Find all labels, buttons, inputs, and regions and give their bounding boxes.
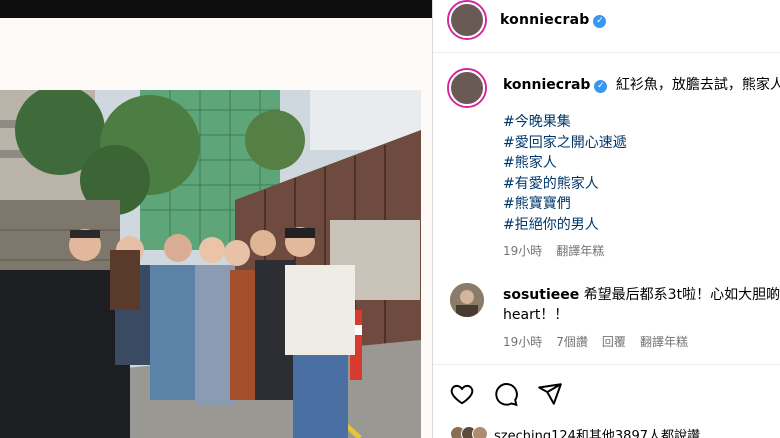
share-icon[interactable] (537, 381, 563, 411)
comment-meta: 19小時 7個讚 回覆 翻譯年糕 (503, 333, 702, 350)
hashtag-link[interactable]: #愛回家之開心速遞 (503, 133, 627, 154)
caption-username[interactable]: konniecrab (503, 77, 590, 93)
caption-time[interactable]: 19小時 (503, 244, 542, 258)
caption-meta: 19小時 翻譯年糕 (503, 242, 618, 259)
post-sidebar: konniecrab ✓ konniecrab ✓ 紅衫魚，放膽去試，熊家人 #今晚… (433, 0, 780, 438)
caption-text: 紅衫魚，放膽去試，熊家人 (615, 77, 780, 93)
comment-body: sosutieee 希望最后都系3t啦！心如大胆啲 heart！！ (503, 285, 780, 325)
heart-icon[interactable] (449, 381, 475, 411)
post-photo[interactable] (0, 90, 421, 438)
liker-avatar (472, 426, 488, 438)
comment-reply-button[interactable]: 回覆 (602, 335, 626, 349)
likes-text: szeching124和其他3897人都說讚 (494, 429, 700, 438)
post-header: konniecrab ✓ (433, 0, 780, 53)
verified-badge-icon: ✓ (593, 15, 607, 28)
hashtag-link[interactable]: #熊寶寶們 (503, 194, 627, 215)
comment-text-line2: heart！！ (503, 307, 569, 323)
header-username[interactable]: konniecrab ✓ (500, 12, 607, 28)
hashtag-list: #今晚果集 #愛回家之開心速遞 #熊家人 #有愛的熊家人 #熊寶寶們 #拒絕你的… (503, 112, 627, 235)
caption-avatar[interactable] (447, 68, 487, 108)
media-panel (0, 0, 432, 438)
comment-translate-link[interactable]: 翻譯年糕 (640, 335, 688, 349)
hashtag-link[interactable]: #拒絕你的男人 (503, 215, 627, 236)
comment-text: 希望最后都系3t啦！心如大胆啲 (583, 287, 780, 303)
comment-time[interactable]: 19小時 (503, 335, 542, 349)
caption-translate-link[interactable]: 翻譯年糕 (556, 244, 604, 258)
actions-divider (433, 364, 780, 365)
hashtag-link[interactable]: #熊家人 (503, 153, 627, 174)
hashtag-link[interactable]: #今晚果集 (503, 112, 627, 133)
comment-username[interactable]: sosutieee (503, 287, 579, 303)
comment-likes[interactable]: 7個讚 (556, 335, 588, 349)
top-bar (0, 0, 432, 18)
likes-line[interactable]: szeching124和其他3897人都說讚 (450, 425, 700, 438)
hashtag-link[interactable]: #有愛的熊家人 (503, 174, 627, 195)
action-bar (449, 381, 563, 411)
header-username-text[interactable]: konniecrab (500, 12, 589, 28)
comment-icon[interactable] (493, 381, 519, 411)
comment-avatar[interactable] (450, 283, 484, 317)
caption-line: konniecrab ✓ 紅衫魚，放膽去試，熊家人 (503, 74, 780, 94)
header-avatar[interactable] (447, 0, 487, 40)
verified-badge-icon: ✓ (594, 80, 608, 93)
